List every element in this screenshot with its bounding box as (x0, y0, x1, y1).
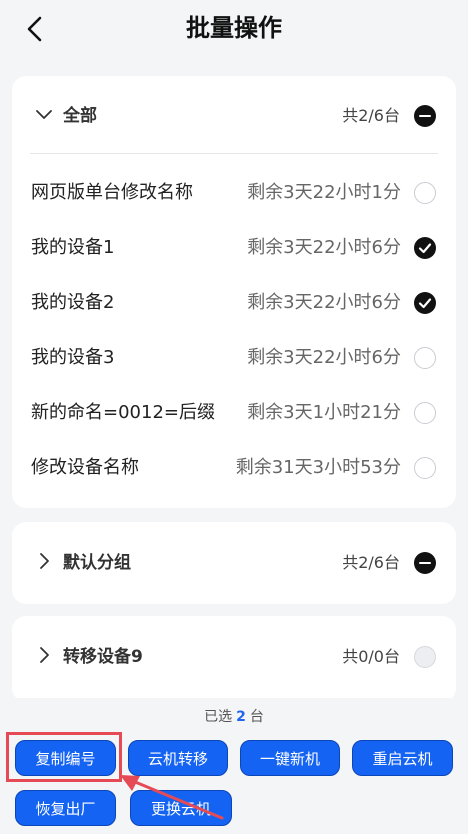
group-count: 共2/6台 (342, 553, 400, 572)
device-row[interactable]: 修改设备名称 剩余31天3小时53分 (12, 440, 456, 495)
divider (30, 153, 438, 154)
factory-reset-button[interactable]: 恢复出厂 (15, 790, 116, 826)
device-row[interactable]: 我的设备1 剩余3天22小时6分 (12, 220, 456, 275)
device-row[interactable]: 我的设备3 剩余3天22小时6分 (12, 330, 456, 385)
device-name: 网页版单台修改名称 (31, 182, 193, 203)
one-key-new-device-button[interactable]: 一键新机 (240, 740, 340, 776)
device-checkbox[interactable] (414, 402, 436, 424)
device-name: 我的设备1 (31, 237, 115, 258)
top-bar: 批量操作 (0, 0, 468, 60)
group-title: 默认分组 (63, 553, 131, 573)
device-checkbox[interactable] (414, 347, 436, 369)
replace-cloud-button[interactable]: 更换云机 (130, 790, 232, 826)
device-checkbox[interactable] (414, 237, 436, 259)
device-checkbox[interactable] (414, 182, 436, 204)
group-select-all-checkbox[interactable] (414, 646, 436, 668)
group-title: 转移设备9 (63, 647, 143, 667)
group-count: 共0/0台 (342, 647, 400, 666)
device-row[interactable]: 网页版单台修改名称 剩余3天22小时1分 (12, 165, 456, 220)
device-remaining-time: 剩余3天22小时6分 (247, 237, 401, 258)
device-checkbox[interactable] (414, 457, 436, 479)
device-remaining-time: 剩余3天22小时1分 (247, 182, 401, 203)
group-header-all[interactable]: 全部 共2/6台 (12, 76, 456, 156)
batch-action-panel: 已选 2 台 复制编号 云机转移 一键新机 重启云机 恢复出厂 更换云机 (0, 698, 468, 834)
copy-id-button[interactable]: 复制编号 (15, 740, 116, 776)
group-card-default: 默认分组 共2/6台 (12, 522, 456, 604)
group-card-moved-devices: 转移设备9 共0/0台 (12, 616, 456, 702)
device-row[interactable]: 我的设备2 剩余3天22小时6分 (12, 275, 456, 330)
page-title: 批量操作 (186, 14, 282, 42)
chevron-down-icon (36, 110, 52, 119)
group-select-all-checkbox[interactable] (414, 105, 436, 127)
chevron-right-icon (40, 553, 49, 569)
device-name: 我的设备2 (31, 292, 115, 313)
device-remaining-time: 剩余3天22小时6分 (247, 347, 401, 368)
checkmark-icon (418, 243, 432, 254)
group-title: 全部 (63, 106, 97, 126)
restart-cloud-button[interactable]: 重启云机 (352, 740, 453, 776)
group-header-default[interactable]: 默认分组 共2/6台 (12, 522, 456, 604)
device-name: 修改设备名称 (31, 457, 139, 478)
device-remaining-time: 剩余31天3小时53分 (235, 457, 401, 478)
selected-count: 2 (236, 709, 246, 725)
checkmark-icon (418, 298, 432, 309)
cloud-transfer-button[interactable]: 云机转移 (128, 740, 228, 776)
selected-count-text: 已选 2 台 (204, 709, 264, 725)
group-header-moved-devices[interactable]: 转移设备9 共0/0台 (12, 616, 456, 698)
chevron-right-icon (40, 647, 49, 663)
device-remaining-time: 剩余3天22小时6分 (247, 292, 401, 313)
device-name: 我的设备3 (31, 347, 115, 368)
group-select-all-checkbox[interactable] (414, 552, 436, 574)
device-row[interactable]: 新的命名=0012=后缀 剩余3天1小时21分 (12, 385, 456, 440)
device-checkbox[interactable] (414, 292, 436, 314)
group-card-all: 全部 共2/6台 网页版单台修改名称 剩余3天22小时1分 我的设备1 剩余3天… (12, 76, 456, 508)
device-name: 新的命名=0012=后缀 (31, 402, 215, 423)
group-count: 共2/6台 (342, 106, 400, 125)
device-remaining-time: 剩余3天1小时21分 (247, 402, 401, 423)
